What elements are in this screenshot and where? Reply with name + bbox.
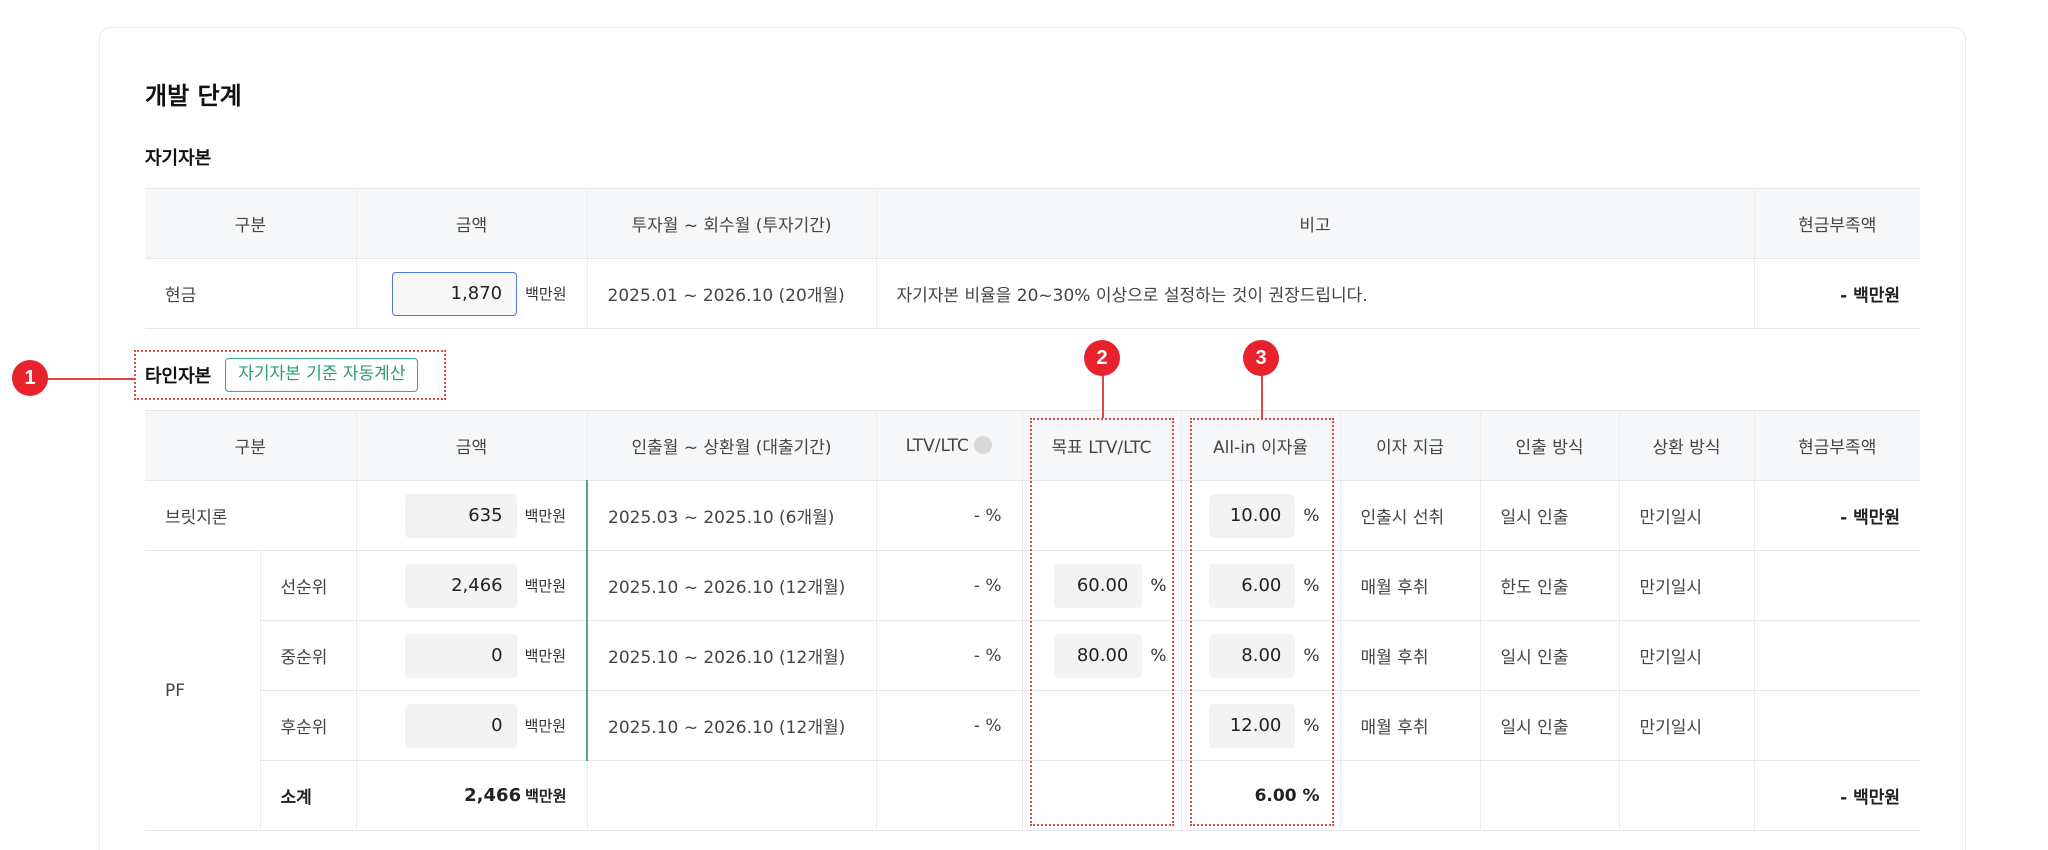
draw-method[interactable]: 일시 인출	[1480, 480, 1620, 551]
equity-section-title: 자기자본	[145, 148, 212, 169]
draw-method[interactable]: 한도 인출	[1480, 550, 1620, 621]
note-text: 자기자본 비율을 20~30% 이상으로 설정하는 것이 권장드립니다.	[876, 258, 1755, 329]
unit-label: 백만원	[524, 577, 566, 595]
ltv-value: - %	[876, 480, 1023, 551]
interest-payment[interactable]: 매월 후취	[1340, 550, 1481, 621]
subtotal-label: 소계	[260, 760, 357, 831]
col-header-interest: 이자 지급	[1340, 410, 1481, 481]
ltv-value: - %	[876, 690, 1023, 761]
draw-method[interactable]: 일시 인출	[1480, 620, 1620, 691]
ltv-value: - %	[876, 550, 1023, 621]
col-header-shortfall: 현금부족액	[1754, 188, 1920, 259]
page-title: 개발 단계	[145, 82, 242, 110]
col-header-category: 구분	[145, 410, 357, 481]
annotation-marker-3: 3	[1243, 340, 1279, 376]
repay-method[interactable]: 만기일시	[1619, 690, 1755, 761]
annotation-line-2	[1102, 374, 1104, 418]
bridge-amount-input[interactable]: 635	[404, 493, 517, 538]
draw-method[interactable]: 일시 인출	[1480, 690, 1620, 761]
col-header-category: 구분	[145, 188, 357, 259]
col-header-amount: 금액	[356, 410, 588, 481]
info-icon[interactable]	[974, 435, 993, 454]
cash-amount-input[interactable]: 1,870	[392, 271, 518, 316]
cash-shortfall: - 백만원	[1754, 760, 1920, 831]
ltv-value: - %	[876, 620, 1023, 691]
loan-period[interactable]: 2025.10 ~ 2026.10 (12개월)	[587, 620, 877, 691]
repay-method[interactable]: 만기일시	[1619, 480, 1755, 551]
unit-label: 백만원	[524, 507, 566, 525]
unit-label: 백만원	[525, 285, 567, 303]
annotation-marker-2: 2	[1084, 340, 1120, 376]
loan-period[interactable]: 2025.03 ~ 2025.10 (6개월)	[587, 480, 877, 551]
cash-shortfall: - 백만원	[1754, 480, 1920, 551]
col-header-period: 투자월 ~ 회수월 (투자기간)	[587, 188, 877, 259]
repay-method[interactable]: 만기일시	[1619, 550, 1755, 621]
row-category: 현금	[145, 258, 357, 329]
investment-period[interactable]: 2025.01 ~ 2026.10 (20개월)	[587, 258, 877, 329]
col-header-shortfall: 현금부족액	[1754, 410, 1920, 481]
cash-shortfall: - 백만원	[1754, 258, 1920, 329]
col-header-ltv: LTV/LTC	[876, 410, 1023, 481]
unit-label: 백만원	[524, 717, 566, 735]
col-header-amount: 금액	[356, 188, 588, 259]
tranche-label: 후순위	[260, 690, 357, 761]
row-category: 브릿지론	[145, 480, 357, 551]
loan-period[interactable]: 2025.10 ~ 2026.10 (12개월)	[587, 550, 877, 621]
subordinated-amount-input[interactable]: 0	[404, 703, 517, 748]
mezzanine-amount-input[interactable]: 0	[404, 633, 517, 678]
ltv-header-label: LTV/LTC	[905, 435, 969, 456]
tranche-label: 선순위	[260, 550, 357, 621]
unit-label: 백만원	[524, 647, 566, 665]
table-row: 현금 1,870 백만원 2025.01 ~ 2026.10 (20개월) 자기자…	[145, 258, 1920, 329]
col-header-repay: 상환 방식	[1619, 410, 1755, 481]
unit-label: 백만원	[525, 787, 567, 806]
repay-method[interactable]: 만기일시	[1619, 620, 1755, 691]
col-header-draw: 인출 방식	[1480, 410, 1620, 481]
pf-label: PF	[145, 550, 261, 831]
tranche-label: 중순위	[260, 620, 357, 691]
loan-period[interactable]: 2025.10 ~ 2026.10 (12개월)	[587, 690, 877, 761]
col-header-note: 비고	[876, 188, 1755, 259]
annotation-line-3	[1261, 374, 1263, 418]
annotation-line-1	[46, 378, 134, 380]
col-header-period: 인출월 ~ 상환월 (대출기간)	[587, 410, 877, 481]
interest-payment[interactable]: 인출시 선취	[1340, 480, 1481, 551]
equity-table: 구분 금액 투자월 ~ 회수월 (투자기간) 비고 현금부족액 현금 1,870…	[145, 188, 1920, 329]
annotation-box-3	[1190, 418, 1334, 826]
annotation-box-1	[134, 350, 446, 400]
subtotal-amount: 2,466	[464, 784, 522, 806]
senior-amount-input[interactable]: 2,466	[404, 563, 517, 608]
interest-payment[interactable]: 매월 후취	[1340, 690, 1481, 761]
annotation-box-2	[1030, 418, 1174, 826]
interest-payment[interactable]: 매월 후취	[1340, 620, 1481, 691]
annotation-marker-1: 1	[12, 360, 48, 396]
